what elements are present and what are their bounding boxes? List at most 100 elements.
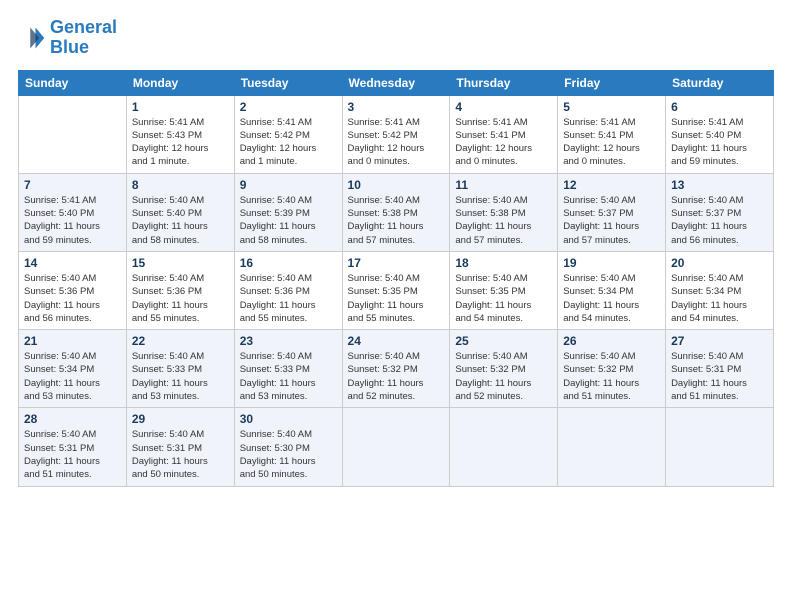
cell-info-text: Sunrise: 5:41 AM Sunset: 5:41 PM Dayligh… bbox=[455, 116, 552, 169]
cell-info-text: Sunrise: 5:41 AM Sunset: 5:43 PM Dayligh… bbox=[132, 116, 229, 169]
col-header-tuesday: Tuesday bbox=[234, 70, 342, 95]
cell-day-number: 14 bbox=[24, 256, 121, 270]
cell-info-text: Sunrise: 5:40 AM Sunset: 5:36 PM Dayligh… bbox=[24, 272, 121, 325]
cell-day-number: 23 bbox=[240, 334, 337, 348]
calendar-cell: 11Sunrise: 5:40 AM Sunset: 5:38 PM Dayli… bbox=[450, 173, 558, 251]
cell-day-number: 11 bbox=[455, 178, 552, 192]
cell-info-text: Sunrise: 5:40 AM Sunset: 5:34 PM Dayligh… bbox=[24, 350, 121, 403]
cell-info-text: Sunrise: 5:40 AM Sunset: 5:34 PM Dayligh… bbox=[563, 272, 660, 325]
calendar-header-row: SundayMondayTuesdayWednesdayThursdayFrid… bbox=[19, 70, 774, 95]
cell-info-text: Sunrise: 5:40 AM Sunset: 5:36 PM Dayligh… bbox=[240, 272, 337, 325]
calendar-cell: 18 Sunrise: 5:40 AM Sunset: 5:35 PM Dayli… bbox=[450, 251, 558, 329]
cell-day-number: 13 bbox=[671, 178, 768, 192]
cell-day-number: 28 bbox=[24, 412, 121, 426]
calendar-cell: 17 Sunrise: 5:40 AM Sunset: 5:35 PM Dayli… bbox=[342, 251, 450, 329]
cell-info-text: Sunrise: 5:40 AM Sunset: 5:38 PM Dayligh… bbox=[348, 194, 445, 247]
cell-day-number: 12 bbox=[563, 178, 660, 192]
cell-info-text: Sunrise: 5:40 AM Sunset: 5:37 PM Dayligh… bbox=[563, 194, 660, 247]
calendar-cell: 23 Sunrise: 5:40 AM Sunset: 5:33 PM Dayli… bbox=[234, 330, 342, 408]
cell-info-text: Sunrise: 5:41 AM Sunset: 5:41 PM Dayligh… bbox=[563, 116, 660, 169]
cell-day-number: 19 bbox=[563, 256, 660, 270]
calendar-cell: 15 Sunrise: 5:40 AM Sunset: 5:36 PM Dayli… bbox=[126, 251, 234, 329]
calendar-cell: 4 Sunrise: 5:41 AM Sunset: 5:41 PM Daylig… bbox=[450, 95, 558, 173]
calendar-cell: 5 Sunrise: 5:41 AM Sunset: 5:41 PM Daylig… bbox=[558, 95, 666, 173]
calendar-cell: 26 Sunrise: 5:40 AM Sunset: 5:32 PM Dayli… bbox=[558, 330, 666, 408]
cell-day-number: 30 bbox=[240, 412, 337, 426]
cell-info-text: Sunrise: 5:40 AM Sunset: 5:37 PM Dayligh… bbox=[671, 194, 768, 247]
calendar-table: SundayMondayTuesdayWednesdayThursdayFrid… bbox=[18, 70, 774, 487]
cell-day-number: 2 bbox=[240, 100, 337, 114]
calendar-week-3: 14 Sunrise: 5:40 AM Sunset: 5:36 PM Dayli… bbox=[19, 251, 774, 329]
calendar-week-5: 28 Sunrise: 5:40 AM Sunset: 5:31 PM Dayli… bbox=[19, 408, 774, 486]
calendar-cell: 8Sunrise: 5:40 AM Sunset: 5:40 PM Daylig… bbox=[126, 173, 234, 251]
calendar-cell: 12 Sunrise: 5:40 AM Sunset: 5:37 PM Dayli… bbox=[558, 173, 666, 251]
cell-day-number: 4 bbox=[455, 100, 552, 114]
cell-day-number: 16 bbox=[240, 256, 337, 270]
calendar-week-2: 7 Sunrise: 5:41 AM Sunset: 5:40 PM Daylig… bbox=[19, 173, 774, 251]
calendar-cell: 22 Sunrise: 5:40 AM Sunset: 5:33 PM Dayli… bbox=[126, 330, 234, 408]
calendar-cell bbox=[666, 408, 774, 486]
logo-text: General Blue bbox=[50, 18, 117, 58]
cell-info-text: Sunrise: 5:40 AM Sunset: 5:39 PM Dayligh… bbox=[240, 194, 337, 247]
cell-day-number: 3 bbox=[348, 100, 445, 114]
calendar-cell: 25Sunrise: 5:40 AM Sunset: 5:32 PM Dayli… bbox=[450, 330, 558, 408]
cell-info-text: Sunrise: 5:40 AM Sunset: 5:35 PM Dayligh… bbox=[348, 272, 445, 325]
cell-day-number: 25 bbox=[455, 334, 552, 348]
calendar-cell: 2 Sunrise: 5:41 AM Sunset: 5:42 PM Daylig… bbox=[234, 95, 342, 173]
calendar-cell: 7 Sunrise: 5:41 AM Sunset: 5:40 PM Daylig… bbox=[19, 173, 127, 251]
calendar-cell bbox=[342, 408, 450, 486]
cell-day-number: 26 bbox=[563, 334, 660, 348]
cell-info-text: Sunrise: 5:41 AM Sunset: 5:42 PM Dayligh… bbox=[348, 116, 445, 169]
cell-info-text: Sunrise: 5:40 AM Sunset: 5:34 PM Dayligh… bbox=[671, 272, 768, 325]
cell-info-text: Sunrise: 5:40 AM Sunset: 5:33 PM Dayligh… bbox=[132, 350, 229, 403]
cell-day-number: 22 bbox=[132, 334, 229, 348]
cell-day-number: 17 bbox=[348, 256, 445, 270]
calendar-cell bbox=[19, 95, 127, 173]
cell-day-number: 27 bbox=[671, 334, 768, 348]
calendar-cell: 1Sunrise: 5:41 AM Sunset: 5:43 PM Daylig… bbox=[126, 95, 234, 173]
cell-day-number: 24 bbox=[348, 334, 445, 348]
cell-info-text: Sunrise: 5:41 AM Sunset: 5:42 PM Dayligh… bbox=[240, 116, 337, 169]
cell-day-number: 6 bbox=[671, 100, 768, 114]
page: General Blue SundayMondayTuesdayWednesda… bbox=[0, 0, 792, 612]
cell-info-text: Sunrise: 5:40 AM Sunset: 5:32 PM Dayligh… bbox=[563, 350, 660, 403]
header: General Blue bbox=[18, 18, 774, 58]
calendar-cell: 3 Sunrise: 5:41 AM Sunset: 5:42 PM Daylig… bbox=[342, 95, 450, 173]
col-header-friday: Friday bbox=[558, 70, 666, 95]
calendar-cell bbox=[558, 408, 666, 486]
calendar-cell: 13 Sunrise: 5:40 AM Sunset: 5:37 PM Dayli… bbox=[666, 173, 774, 251]
calendar-cell: 28Sunrise: 5:40 AM Sunset: 5:31 PM Dayli… bbox=[19, 408, 127, 486]
calendar-cell: 29 Sunrise: 5:40 AM Sunset: 5:31 PM Dayli… bbox=[126, 408, 234, 486]
calendar-cell: 20Sunrise: 5:40 AM Sunset: 5:34 PM Dayli… bbox=[666, 251, 774, 329]
cell-day-number: 7 bbox=[24, 178, 121, 192]
cell-info-text: Sunrise: 5:40 AM Sunset: 5:30 PM Dayligh… bbox=[240, 428, 337, 481]
cell-day-number: 15 bbox=[132, 256, 229, 270]
calendar-cell: 9Sunrise: 5:40 AM Sunset: 5:39 PM Daylig… bbox=[234, 173, 342, 251]
cell-day-number: 29 bbox=[132, 412, 229, 426]
calendar-week-4: 21 Sunrise: 5:40 AM Sunset: 5:34 PM Dayli… bbox=[19, 330, 774, 408]
cell-day-number: 8 bbox=[132, 178, 229, 192]
cell-info-text: Sunrise: 5:40 AM Sunset: 5:33 PM Dayligh… bbox=[240, 350, 337, 403]
logo: General Blue bbox=[18, 18, 117, 58]
cell-info-text: Sunrise: 5:40 AM Sunset: 5:32 PM Dayligh… bbox=[348, 350, 445, 403]
cell-info-text: Sunrise: 5:40 AM Sunset: 5:31 PM Dayligh… bbox=[132, 428, 229, 481]
calendar-week-1: 1Sunrise: 5:41 AM Sunset: 5:43 PM Daylig… bbox=[19, 95, 774, 173]
cell-day-number: 5 bbox=[563, 100, 660, 114]
cell-info-text: Sunrise: 5:40 AM Sunset: 5:36 PM Dayligh… bbox=[132, 272, 229, 325]
cell-info-text: Sunrise: 5:40 AM Sunset: 5:35 PM Dayligh… bbox=[455, 272, 552, 325]
cell-day-number: 18 bbox=[455, 256, 552, 270]
cell-day-number: 10 bbox=[348, 178, 445, 192]
cell-day-number: 21 bbox=[24, 334, 121, 348]
cell-info-text: Sunrise: 5:41 AM Sunset: 5:40 PM Dayligh… bbox=[24, 194, 121, 247]
calendar-cell: 14 Sunrise: 5:40 AM Sunset: 5:36 PM Dayli… bbox=[19, 251, 127, 329]
col-header-wednesday: Wednesday bbox=[342, 70, 450, 95]
calendar-cell: 6 Sunrise: 5:41 AM Sunset: 5:40 PM Daylig… bbox=[666, 95, 774, 173]
calendar-cell: 24 Sunrise: 5:40 AM Sunset: 5:32 PM Dayli… bbox=[342, 330, 450, 408]
calendar-cell: 30 Sunrise: 5:40 AM Sunset: 5:30 PM Dayli… bbox=[234, 408, 342, 486]
cell-info-text: Sunrise: 5:40 AM Sunset: 5:31 PM Dayligh… bbox=[671, 350, 768, 403]
calendar-cell: 16 Sunrise: 5:40 AM Sunset: 5:36 PM Dayli… bbox=[234, 251, 342, 329]
logo-icon bbox=[18, 24, 46, 52]
cell-info-text: Sunrise: 5:41 AM Sunset: 5:40 PM Dayligh… bbox=[671, 116, 768, 169]
calendar-cell: 27 Sunrise: 5:40 AM Sunset: 5:31 PM Dayli… bbox=[666, 330, 774, 408]
col-header-saturday: Saturday bbox=[666, 70, 774, 95]
